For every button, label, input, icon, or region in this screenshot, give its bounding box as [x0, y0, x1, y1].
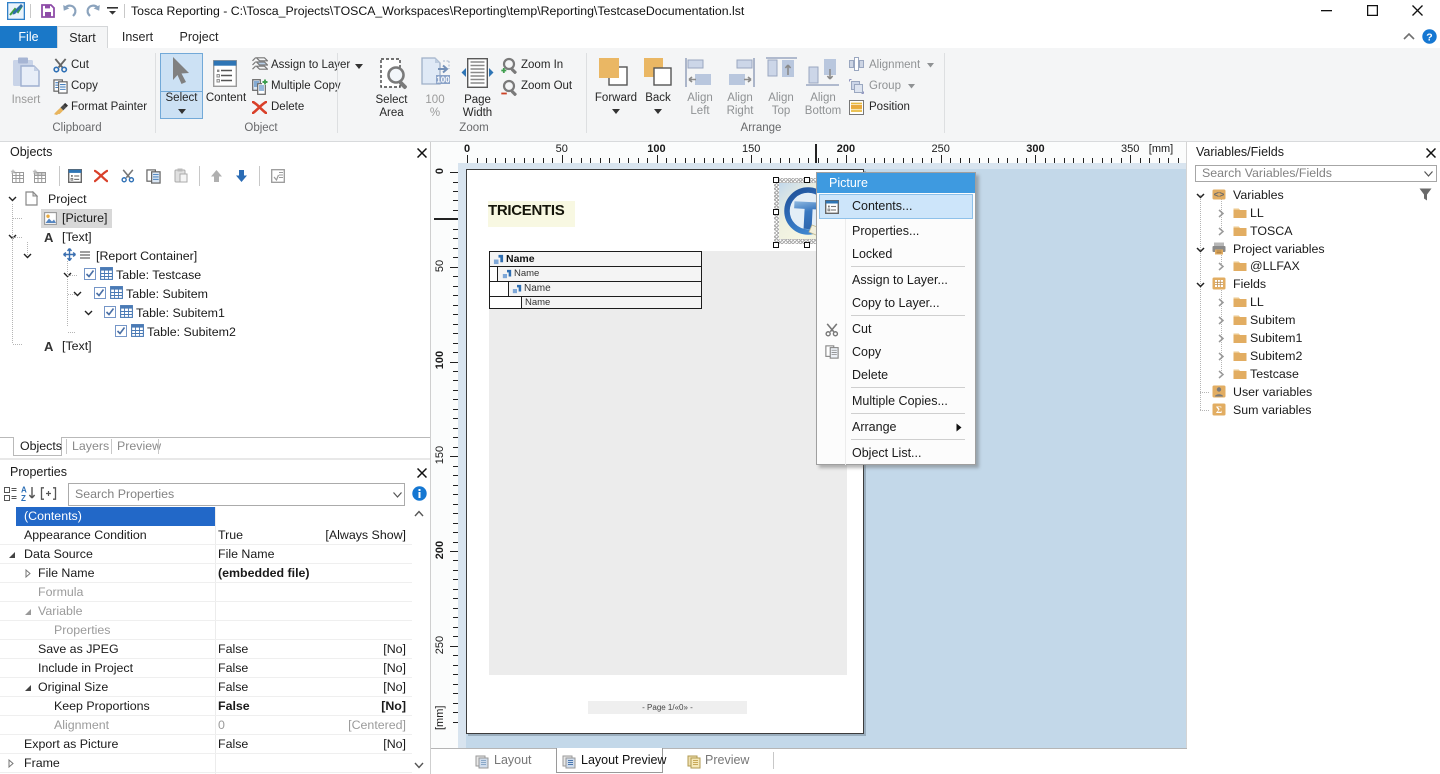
svg-text:<>: <>: [1214, 191, 1225, 201]
svg-text:100: 100: [436, 75, 450, 84]
svg-text:Σ: Σ: [1216, 406, 1222, 416]
svg-text:Z: Z: [21, 494, 26, 502]
svg-text:?: ?: [1426, 31, 1432, 43]
